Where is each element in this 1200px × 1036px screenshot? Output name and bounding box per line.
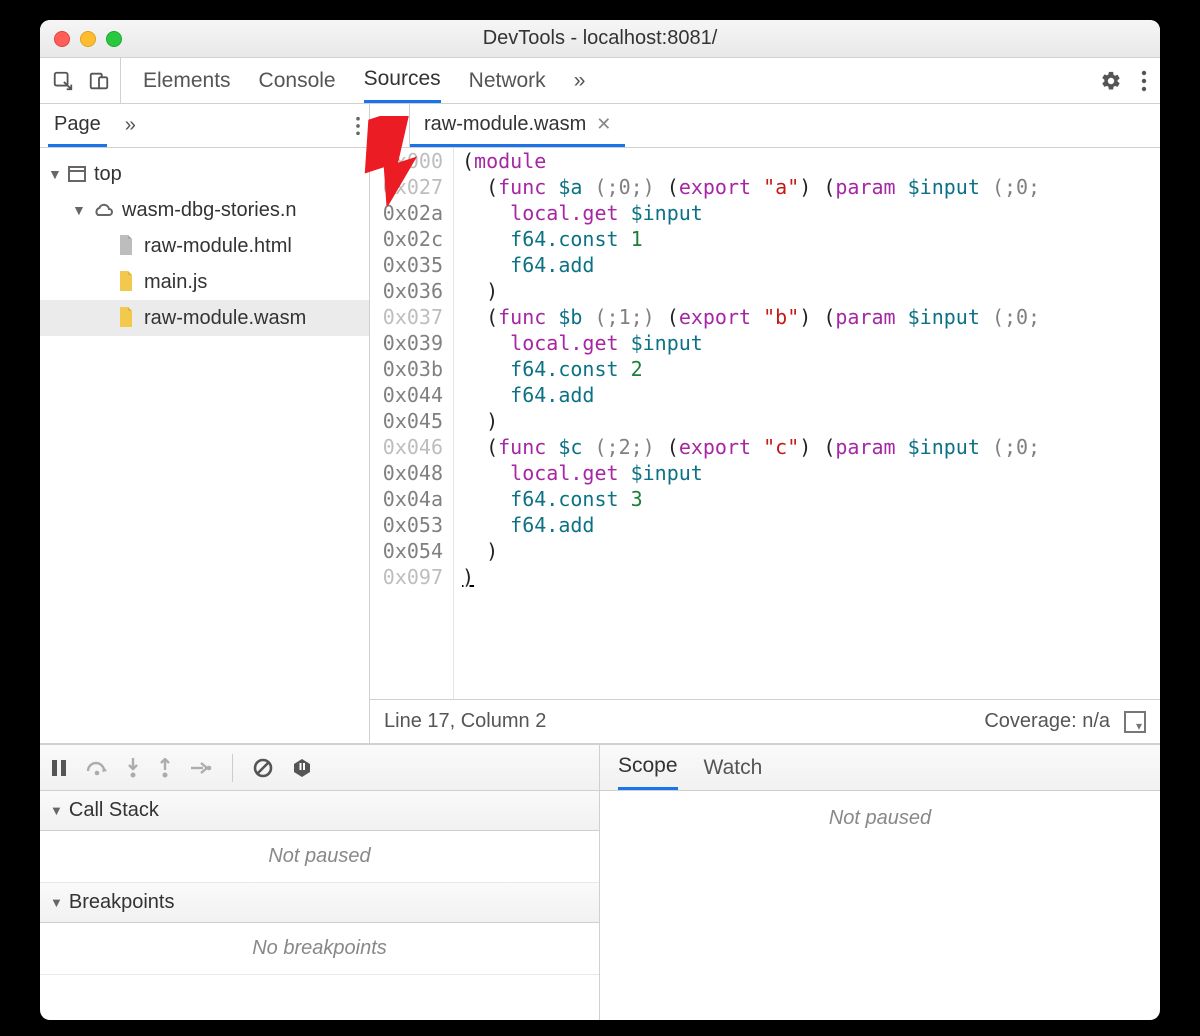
cloud-icon — [92, 202, 114, 218]
file-icon — [118, 235, 136, 257]
cursor-position: Line 17, Column 2 — [384, 710, 546, 733]
editor-status-bar: Line 17, Column 2 Coverage: n/a — [370, 699, 1160, 743]
tree-host[interactable]: ▼ wasm-dbg-stories.n — [40, 192, 369, 228]
coverage-toggle-icon[interactable] — [1124, 711, 1146, 733]
settings-gear-icon[interactable] — [1100, 70, 1122, 92]
navigator-tab-page[interactable]: Page — [48, 104, 107, 147]
code-editor[interactable]: 0x0000x0270x02a0x02c0x0350x0360x0370x039… — [370, 148, 1160, 699]
breakpoints-body: No breakpoints — [40, 923, 599, 975]
tree-frame-label: top — [94, 163, 122, 186]
step-icon[interactable] — [190, 761, 212, 775]
breakpoints-header[interactable]: ▼ Breakpoints — [40, 883, 599, 923]
tabs-overflow[interactable]: » — [574, 58, 586, 103]
close-window-button[interactable] — [54, 31, 70, 47]
debugger-toolbar — [40, 745, 599, 791]
tab-elements[interactable]: Elements — [143, 58, 231, 103]
tree-file-js[interactable]: main.js — [40, 264, 369, 300]
scope-watch-tabs: Scope Watch — [600, 745, 1160, 791]
scope-body: Not paused — [600, 791, 1160, 1020]
show-navigator-icon[interactable] — [370, 104, 410, 147]
devtools-window: DevTools - localhost:8081/ Elements Cons… — [40, 20, 1160, 1020]
tree-file-label: raw-module.wasm — [144, 307, 306, 330]
tab-scope[interactable]: Scope — [618, 745, 678, 790]
tree-frame-top[interactable]: ▼ top — [40, 156, 369, 192]
coverage-status: Coverage: n/a — [984, 710, 1110, 733]
navigator-tabs: Page » — [40, 104, 369, 148]
zoom-window-button[interactable] — [106, 31, 122, 47]
collapse-caret-icon: ▼ — [50, 803, 63, 818]
editor-tab-label: raw-module.wasm — [424, 113, 586, 136]
pause-icon[interactable] — [50, 759, 68, 777]
close-tab-icon[interactable]: ✕ — [596, 114, 611, 135]
expand-caret-icon: ▼ — [48, 166, 60, 182]
deactivate-breakpoints-icon[interactable] — [253, 758, 273, 778]
tree-file-label: raw-module.html — [144, 235, 292, 258]
collapse-caret-icon: ▼ — [50, 895, 63, 910]
device-toolbar-icon[interactable] — [88, 70, 110, 92]
tab-console[interactable]: Console — [259, 58, 336, 103]
window-title: DevTools - localhost:8081/ — [40, 27, 1160, 50]
breakpoints-label: Breakpoints — [69, 891, 175, 914]
frame-icon — [68, 166, 86, 182]
minimize-window-button[interactable] — [80, 31, 96, 47]
code-gutter: 0x0000x0270x02a0x02c0x0350x0360x0370x039… — [370, 148, 454, 699]
file-tree: ▼ top ▼ wasm-dbg-stories.n raw-module.ht… — [40, 148, 369, 743]
callstack-header[interactable]: ▼ Call Stack — [40, 791, 599, 831]
tree-file-wasm[interactable]: raw-module.wasm — [40, 300, 369, 336]
window-controls — [40, 31, 122, 47]
file-icon — [118, 307, 136, 329]
code-content: (module (func $a (;0;) (export "a") (par… — [454, 148, 1160, 699]
expand-caret-icon: ▼ — [72, 202, 84, 218]
pause-on-exceptions-icon[interactable] — [291, 757, 313, 779]
titlebar: DevTools - localhost:8081/ — [40, 20, 1160, 58]
tree-file-label: main.js — [144, 271, 207, 294]
editor-pane: raw-module.wasm ✕ 0x0000x0270x02a0x02c0x… — [370, 104, 1160, 743]
inspect-element-icon[interactable] — [52, 70, 74, 92]
callstack-label: Call Stack — [69, 799, 159, 822]
navigator-tab-overflow[interactable]: » — [119, 104, 142, 147]
tree-file-html[interactable]: raw-module.html — [40, 228, 369, 264]
tab-sources[interactable]: Sources — [364, 58, 441, 103]
step-out-icon[interactable] — [158, 758, 172, 778]
step-into-icon[interactable] — [126, 758, 140, 778]
navigator-kebab-icon[interactable] — [355, 116, 361, 136]
file-icon — [118, 271, 136, 293]
navigator-pane: Page » ▼ top ▼ wasm — [40, 104, 370, 743]
main-tab-bar: Elements Console Sources Network » — [40, 58, 1160, 104]
callstack-body: Not paused — [40, 831, 599, 883]
tree-host-label: wasm-dbg-stories.n — [122, 199, 297, 222]
tab-watch[interactable]: Watch — [704, 745, 763, 790]
kebab-menu-icon[interactable] — [1140, 70, 1148, 92]
editor-tab-active[interactable]: raw-module.wasm ✕ — [410, 104, 625, 147]
debugger-pane: ▼ Call Stack Not paused ▼ Breakpoints No… — [40, 744, 1160, 1020]
tab-network[interactable]: Network — [469, 58, 546, 103]
step-over-icon[interactable] — [86, 759, 108, 777]
